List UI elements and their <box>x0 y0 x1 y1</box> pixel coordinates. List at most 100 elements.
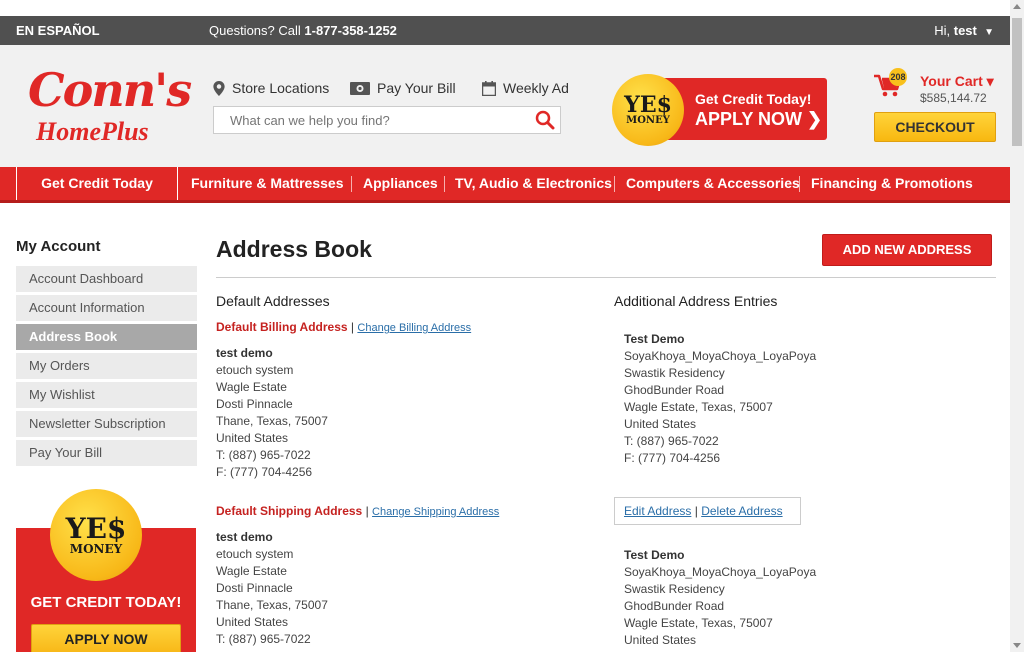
your-cart-label[interactable]: Your Cart ▾ <box>920 73 994 90</box>
weekly-ad-link[interactable]: Weekly Ad <box>482 80 569 96</box>
address-line: etouch system <box>216 547 294 561</box>
money-icon <box>350 81 370 95</box>
address-line: Thane, Texas, 75007 <box>216 598 328 612</box>
sidebar-get-credit-text: GET CREDIT TODAY! <box>30 594 182 611</box>
address-line: Wagle Estate, Texas, 75007 <box>624 616 773 630</box>
get-credit-text: Get Credit Today! <box>695 91 812 107</box>
address-line: United States <box>216 431 289 445</box>
checkout-button[interactable]: CHECKOUT <box>874 112 996 142</box>
sidebar-apply-now-button[interactable]: APPLY NOW <box>31 624 181 652</box>
address-phone: T: (887) 965-7022 <box>624 434 719 448</box>
scroll-up-arrow-icon[interactable] <box>1013 4 1021 9</box>
yes-text: YE$ <box>65 512 127 545</box>
address-line: Thane, Texas, 75007 <box>216 414 328 428</box>
address-line: etouch system <box>216 363 294 377</box>
greeting: Hi, <box>934 23 954 38</box>
billing-label-text: Default Billing Address <box>216 320 348 334</box>
store-locations-label: Store Locations <box>232 80 330 96</box>
pay-bill-link[interactable]: Pay Your Bill <box>350 80 456 96</box>
main-nav: Get Credit Today Furniture & Mattresses … <box>0 167 1010 203</box>
sidebar-title: My Account <box>16 238 101 255</box>
conns-homeplus-logo[interactable]: Conn's HomePlus <box>24 59 192 151</box>
questions-label: Questions? Call <box>209 23 305 38</box>
change-billing-address-link[interactable]: Change Billing Address <box>357 322 471 334</box>
yes-money-logo: YE$ MONEY <box>50 489 142 581</box>
page-scrollbar[interactable] <box>1010 0 1024 652</box>
address-fax: F: (777) 704-4256 <box>216 465 313 479</box>
address-line: Dosti Pinnacle <box>216 581 293 595</box>
address-line: Wagle Estate, Texas, 75007 <box>624 400 773 414</box>
address-line: GhodBunder Road <box>624 383 725 397</box>
sidebar-item-my-orders[interactable]: My Orders <box>16 353 197 379</box>
map-pin-icon <box>213 80 225 96</box>
add-new-address-button[interactable]: ADD NEW ADDRESS <box>822 234 992 266</box>
top-bar: EN ESPAÑOL Questions? Call 1-877-358-125… <box>0 16 1010 45</box>
yes-money-banner[interactable]: Get Credit Today! APPLY NOW ❯ YE$ MONEY <box>612 74 828 146</box>
pay-bill-label: Pay Your Bill <box>377 80 456 96</box>
address-line: GhodBunder Road <box>624 599 725 613</box>
nav-furniture-mattresses[interactable]: Furniture & Mattresses <box>191 167 343 200</box>
separator: | <box>365 504 369 518</box>
spanish-link[interactable]: EN ESPAÑOL <box>16 23 100 38</box>
nav-computers-accessories[interactable]: Computers & Accessories <box>626 167 800 200</box>
sidebar-item-account-dashboard[interactable]: Account Dashboard <box>16 266 197 292</box>
change-shipping-address-link[interactable]: Change Shipping Address <box>372 506 499 518</box>
address-phone: T: (887) 965-7022 <box>216 632 311 646</box>
store-locations-link[interactable]: Store Locations <box>213 80 329 96</box>
nav-tv-audio-electronics[interactable]: TV, Audio & Electronics <box>455 167 612 200</box>
sidebar-item-newsletter-subscription[interactable]: Newsletter Subscription <box>16 411 197 437</box>
address-line: SoyaKhoya_MoyaChoya_LoyaPoya <box>624 565 817 579</box>
address-line: United States <box>624 417 697 431</box>
account-menu[interactable]: Hi, test ▼ <box>934 23 994 38</box>
scrollbar-thumb[interactable] <box>1012 18 1022 146</box>
address-line: Swastik Residency <box>624 366 725 380</box>
address-line: United States <box>216 615 289 629</box>
sidebar-item-account-information[interactable]: Account Information <box>16 295 197 321</box>
additional-addresses-heading: Additional Address Entries <box>614 293 778 309</box>
separator: | <box>350 320 355 334</box>
separator: | <box>694 504 698 518</box>
search-icon[interactable] <box>535 110 555 130</box>
billing-address: test demo etouch system Wagle Estate Dos… <box>216 345 328 481</box>
address-actions: Edit Address | Delete Address <box>614 497 801 525</box>
phone-info: Questions? Call 1-877-358-1252 <box>209 23 397 38</box>
money-text: MONEY <box>626 115 670 126</box>
address-line: Swastik Residency <box>624 582 725 596</box>
edit-address-link[interactable]: Edit Address <box>624 504 691 518</box>
default-billing-label: Default Billing Address | Change Billing… <box>216 320 471 334</box>
title-divider <box>216 277 996 278</box>
address-line: SoyaKhoya_MoyaChoya_LoyaPoya <box>624 349 817 363</box>
shipping-label-text: Default Shipping Address <box>216 504 363 518</box>
credit-banner-box: Get Credit Today! APPLY NOW ❯ <box>662 78 827 140</box>
address-line: Dosti Pinnacle <box>216 397 293 411</box>
nav-appliances[interactable]: Appliances <box>363 167 438 200</box>
logo-conns: Conn's <box>28 63 192 117</box>
address-line: Wagle Estate <box>216 564 287 578</box>
calendar-icon <box>482 80 496 96</box>
yes-money-logo: YE$ MONEY <box>612 74 684 146</box>
nav-separator <box>614 176 615 192</box>
phone-number[interactable]: 1-877-358-1252 <box>304 23 397 38</box>
sidebar-item-my-wishlist[interactable]: My Wishlist <box>16 382 197 408</box>
caret-down-icon: ▼ <box>984 27 994 38</box>
nav-separator <box>799 176 800 192</box>
nav-financing-promotions[interactable]: Financing & Promotions <box>811 167 973 200</box>
sidebar-credit-banner[interactable]: YE$ MONEY GET CREDIT TODAY! APPLY NOW <box>16 489 196 652</box>
money-text: MONEY <box>69 542 123 556</box>
address-name: test demo <box>216 346 273 360</box>
sidebar-item-address-book[interactable]: Address Book <box>16 324 197 350</box>
nav-get-credit-today[interactable]: Get Credit Today <box>16 167 178 200</box>
address-name: Test Demo <box>624 548 685 562</box>
account-sidebar: My Account Account Dashboard Account Inf… <box>16 236 197 469</box>
sidebar-item-pay-your-bill[interactable]: Pay Your Bill <box>16 440 197 466</box>
additional-address-entry: Test Demo SoyaKhoya_MoyaChoya_LoyaPoya S… <box>624 547 816 649</box>
apply-now-text: APPLY NOW ❯ <box>695 109 823 129</box>
additional-address-entry: Test Demo SoyaKhoya_MoyaChoya_LoyaPoya S… <box>624 331 816 467</box>
shipping-address: test demo etouch system Wagle Estate Dos… <box>216 529 328 648</box>
search-input[interactable] <box>214 107 514 133</box>
nav-separator <box>444 176 445 192</box>
address-fax: F: (777) 704-4256 <box>624 451 721 465</box>
logo-homeplus: HomePlus <box>36 117 149 146</box>
delete-address-link[interactable]: Delete Address <box>701 504 782 518</box>
scroll-down-arrow-icon[interactable] <box>1013 643 1021 648</box>
